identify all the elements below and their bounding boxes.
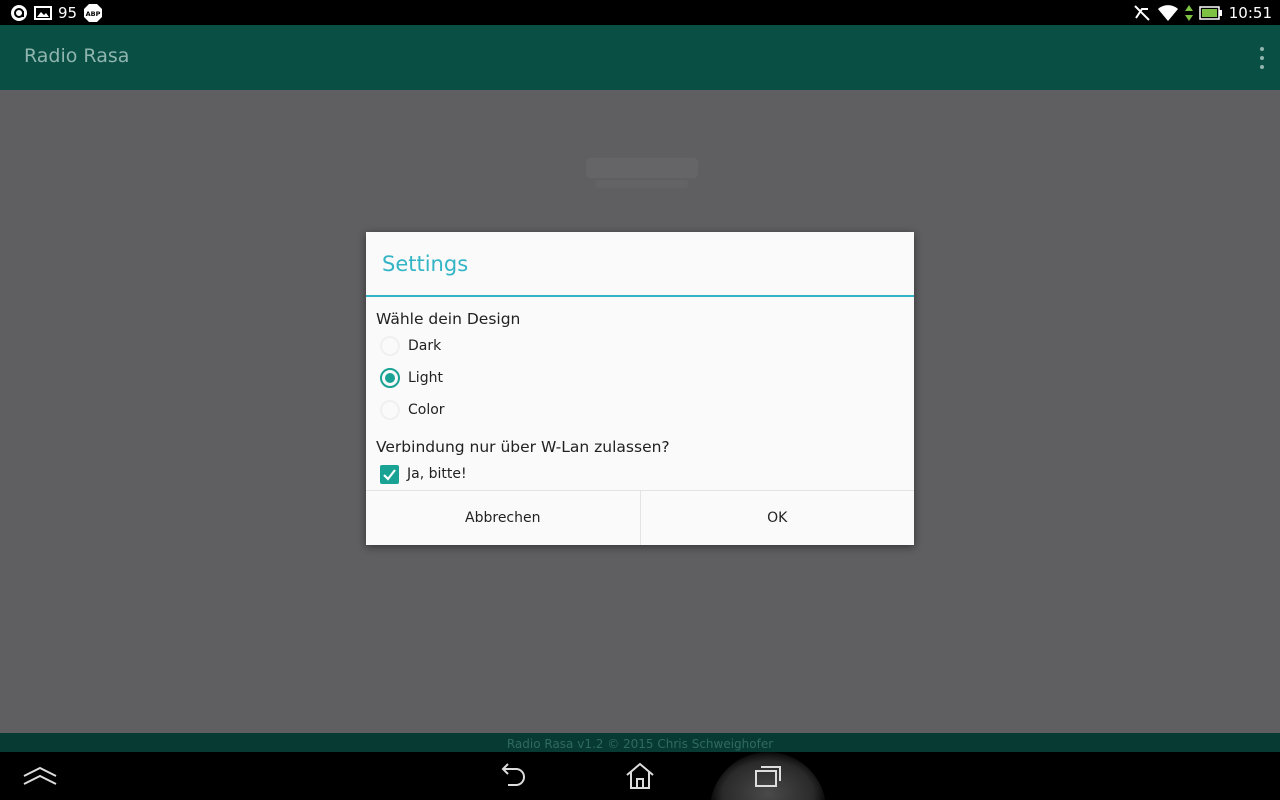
wifi-checkbox-option[interactable]: Ja, bitte! bbox=[380, 462, 467, 486]
clock: 10:51 bbox=[1228, 4, 1272, 22]
radio-option-color[interactable]: Color bbox=[380, 398, 445, 422]
status-bar: 95 ABP 10:51 bbox=[0, 0, 1280, 25]
home-icon[interactable] bbox=[620, 760, 660, 792]
dialog-title-divider bbox=[366, 295, 914, 297]
logo-icon bbox=[582, 150, 702, 194]
radio-button-light[interactable] bbox=[380, 368, 400, 388]
radio-label-color: Color bbox=[408, 402, 445, 418]
circle-a-icon bbox=[10, 4, 28, 22]
recent-apps-icon[interactable] bbox=[748, 760, 788, 792]
ok-button[interactable]: OK bbox=[639, 491, 915, 545]
footer: Radio Rasa v1.2 © 2015 Chris Schweighofe… bbox=[0, 733, 1280, 752]
footer-copyright: Radio Rasa v1.2 © 2015 Chris Schweighofe… bbox=[506, 737, 774, 751]
battery-icon bbox=[1199, 5, 1223, 21]
image-icon bbox=[34, 5, 52, 21]
settings-dialog: Settings Wähle dein Design Dark Light Co… bbox=[366, 232, 914, 545]
status-bar-system: 10:51 bbox=[1133, 3, 1272, 23]
cancel-button[interactable]: Abbrechen bbox=[366, 491, 640, 545]
wifi-checkbox[interactable] bbox=[380, 464, 399, 484]
wifi-label: Verbindung nur über W-Lan zulassen? bbox=[376, 438, 670, 456]
app-title: Radio Rasa bbox=[24, 45, 130, 67]
dialog-button-row: Abbrechen OK bbox=[366, 490, 914, 545]
design-label: Wähle dein Design bbox=[376, 310, 521, 328]
radio-option-light[interactable]: Light bbox=[380, 366, 443, 390]
data-arrows-icon bbox=[1184, 4, 1193, 22]
adblock-icon: ABP bbox=[83, 3, 103, 23]
checkmark-icon bbox=[383, 468, 396, 481]
radio-label-dark: Dark bbox=[408, 338, 442, 354]
action-bar: Radio Rasa bbox=[0, 25, 1280, 90]
radio-button-dark[interactable] bbox=[380, 336, 400, 356]
overflow-menu-icon[interactable] bbox=[1258, 47, 1266, 69]
svg-text:ABP: ABP bbox=[86, 10, 101, 18]
notification-count: 95 bbox=[58, 4, 78, 22]
dialog-title: Settings bbox=[382, 252, 469, 276]
back-icon[interactable] bbox=[492, 760, 532, 792]
wifi-icon bbox=[1157, 4, 1179, 22]
wifi-checkbox-label: Ja, bitte! bbox=[407, 466, 467, 482]
radio-option-dark[interactable]: Dark bbox=[380, 334, 441, 358]
status-bar-notifications: 95 ABP bbox=[10, 3, 103, 23]
radio-button-color[interactable] bbox=[380, 400, 400, 420]
chevron-up-icon[interactable] bbox=[20, 760, 60, 792]
radio-label-light: Light bbox=[408, 370, 443, 386]
mute-icon bbox=[1133, 4, 1151, 22]
